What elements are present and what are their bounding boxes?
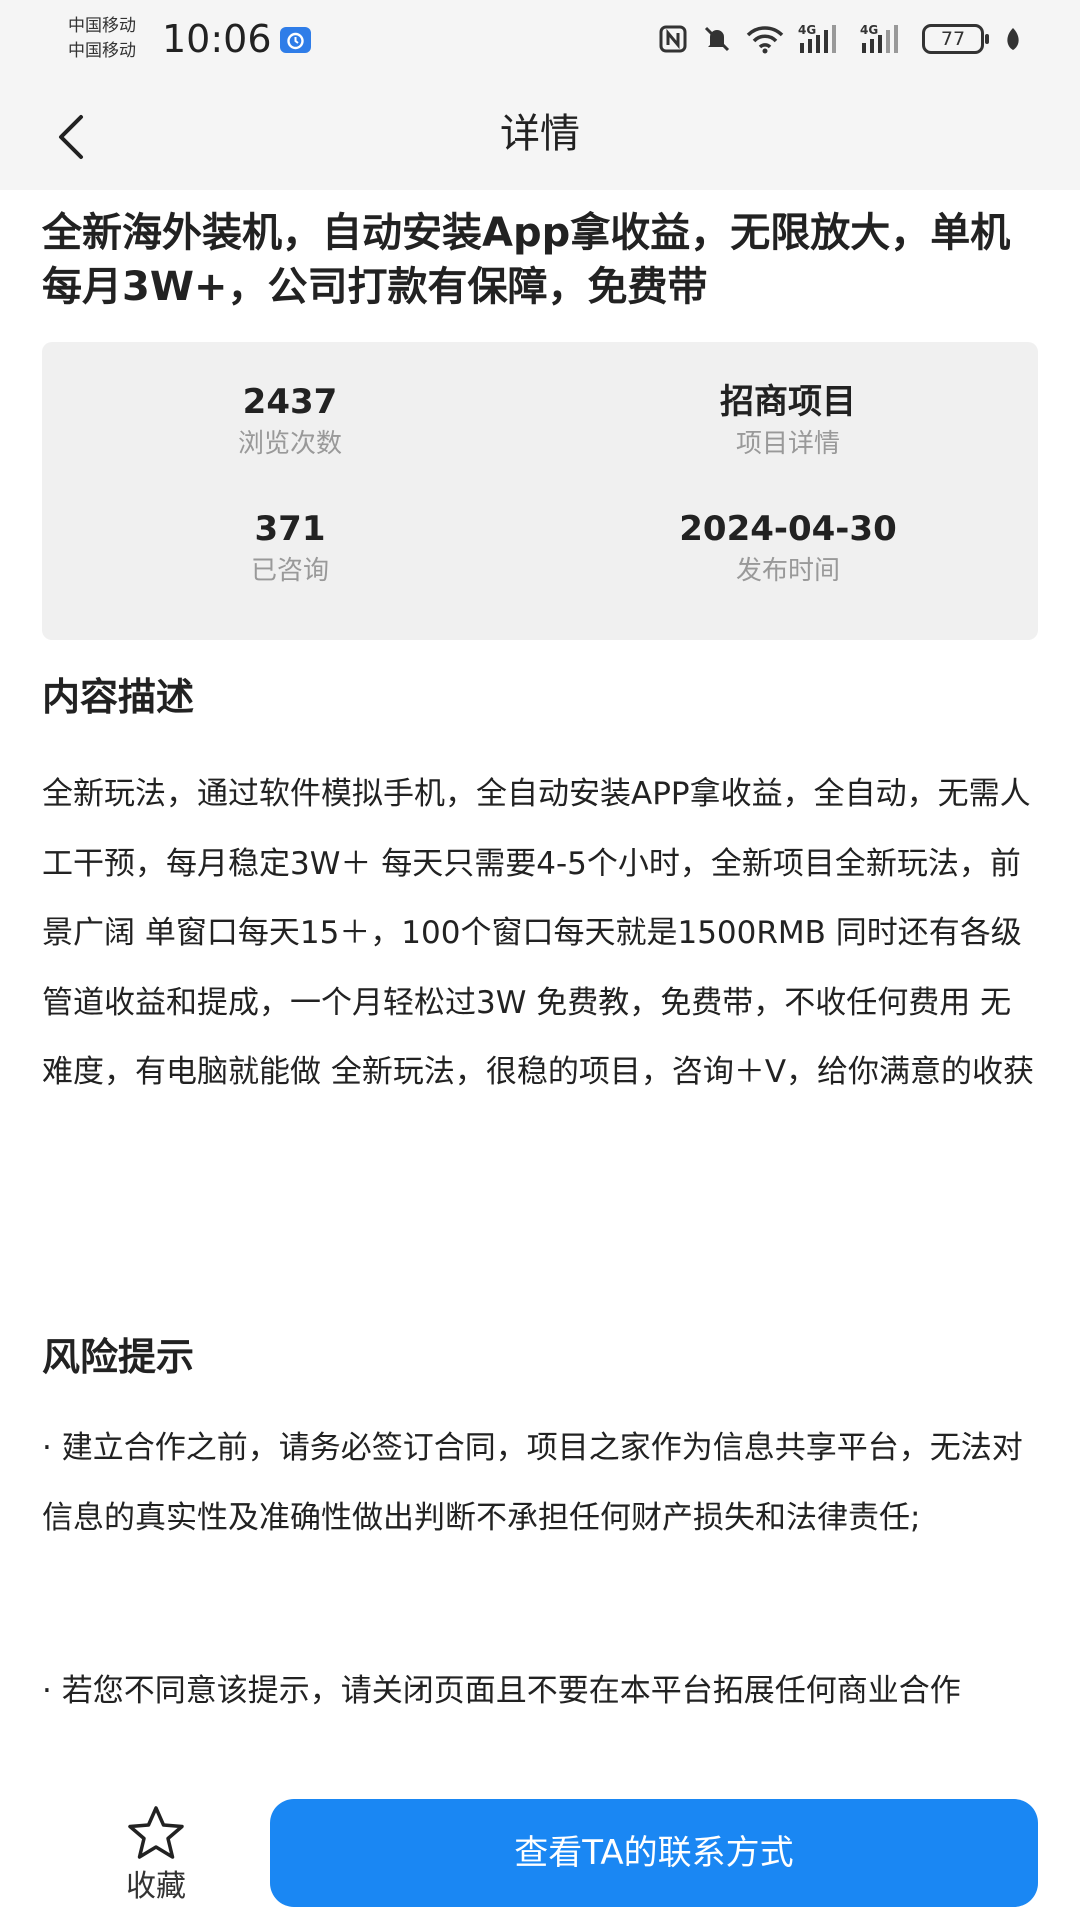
- leaf-icon: [1004, 26, 1022, 52]
- stat-value: 2437: [242, 382, 338, 422]
- clock: 10:06: [162, 17, 272, 61]
- risk-item: · 若您不同意该提示，请关闭页面且不要在本平台拓展任何商业合作: [42, 1673, 961, 1709]
- stat-label: 项目详情: [735, 429, 840, 459]
- description-body: 全新玩法，通过软件模拟手机，全自动安装APP拿收益，全自动，无需人工干预，每月稳…: [42, 776, 1035, 1090]
- description-heading: 内容描述: [42, 675, 195, 719]
- star-icon: [128, 1806, 184, 1859]
- stat-project-type: 招商项目 项目详情: [588, 380, 988, 462]
- bottom-bar: 收藏 查看TA的联系方式: [0, 1785, 1080, 1920]
- page-title: 详情: [500, 111, 580, 157]
- risk-heading: 风险提示: [42, 1335, 195, 1379]
- status-icons: 4G 4G 77: [658, 20, 1022, 58]
- stat-label: 已咨询: [250, 556, 329, 586]
- risk-item: · 建立合作之前，请务必签订合同，项目之家作为信息共享平台，无法对信息的真实性及…: [42, 1430, 1023, 1536]
- carrier-labels: 中国移动 中国移动: [68, 14, 136, 64]
- carrier-1: 中国移动: [68, 16, 136, 36]
- carrier-2: 中国移动: [68, 41, 136, 61]
- nav-bar: 详情: [0, 80, 1080, 190]
- signal-4g-icon: 4G: [798, 23, 846, 55]
- stat-value: 371: [254, 509, 326, 549]
- project-title: 全新海外装机，自动安装App拿收益，无限放大，单机每月3W+，公司打款有保障，免…: [42, 210, 1011, 310]
- mute-icon: [702, 24, 732, 54]
- stats-card: 2437 浏览次数 招商项目 项目详情 371 已咨询 2024-04-30 发…: [42, 342, 1038, 640]
- stat-label: 浏览次数: [237, 429, 342, 459]
- alarm-clock-icon: [280, 27, 311, 53]
- view-contact-button[interactable]: 查看TA的联系方式: [270, 1799, 1038, 1907]
- svg-text:4G: 4G: [860, 23, 878, 37]
- stat-value: 招商项目: [720, 382, 856, 422]
- wifi-icon: [746, 24, 784, 54]
- stat-views: 2437 浏览次数: [90, 380, 490, 462]
- stat-label: 发布时间: [735, 556, 840, 586]
- stat-value: 2024-04-30: [679, 509, 897, 549]
- nfc-icon: [658, 24, 688, 54]
- stat-consulted: 371 已咨询: [90, 507, 490, 589]
- status-bar: 中国移动 中国移动 10:06 4G 4G 77: [0, 0, 1080, 80]
- battery-icon: 77: [922, 24, 989, 54]
- svg-text:4G: 4G: [798, 23, 816, 37]
- favorite-button[interactable]: 收藏: [100, 1805, 212, 1905]
- stat-publish-date: 2024-04-30 发布时间: [588, 507, 988, 589]
- signal-4g-icon: 4G: [860, 23, 908, 55]
- favorite-label: 收藏: [126, 1869, 186, 1904]
